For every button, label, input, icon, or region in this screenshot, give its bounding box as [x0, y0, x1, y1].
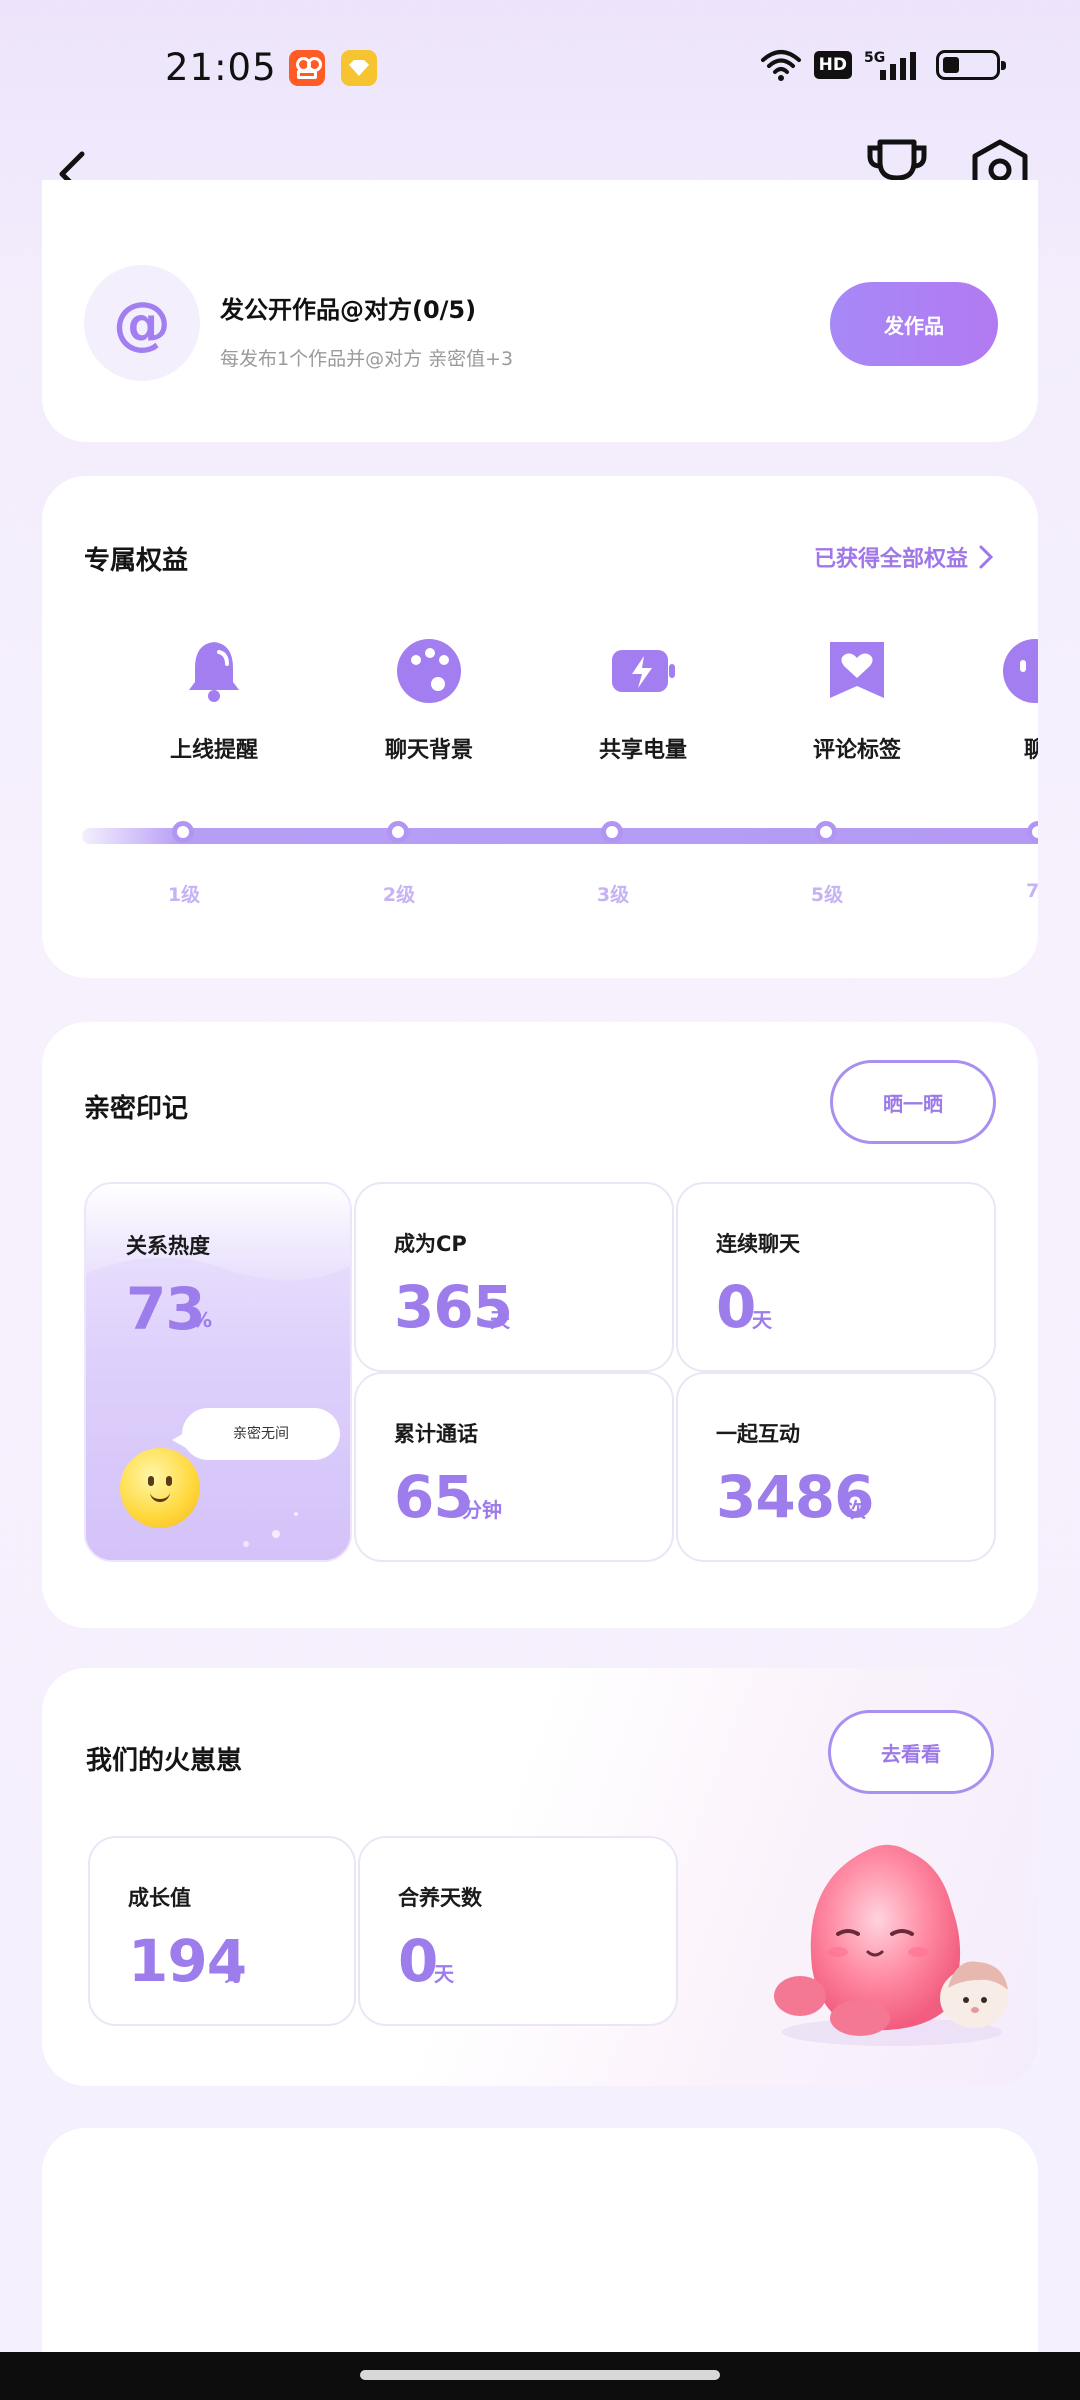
perk-label: 聊天	[1024, 738, 1038, 763]
status-time: 21:05	[165, 46, 277, 89]
level-label: 7	[1026, 880, 1038, 902]
perk-comment-tag[interactable]: 评论标签	[787, 636, 927, 764]
battery-charge-icon	[612, 650, 675, 692]
network-label: 5G	[864, 50, 885, 66]
perk-label: 评论标签	[812, 738, 901, 763]
fire-pet-mascot-icon[interactable]	[742, 1818, 1032, 2058]
bell-icon	[189, 642, 239, 702]
heart-tag-icon	[830, 642, 884, 698]
all-perks-link[interactable]: 已获得全部权益	[814, 541, 994, 573]
level-label: 5级	[810, 884, 844, 906]
hd-voice-icon: HD	[813, 51, 852, 79]
stat-label: 一起互动	[716, 1422, 800, 1446]
system-icons: HD 5G	[760, 48, 1006, 82]
level-progress-track	[82, 828, 1038, 844]
exclusive-perks-card: 专属权益 已获得全部权益 上线提醒 聊天背景 共享电量 评论标签 聊 1级 2级…	[42, 476, 1038, 978]
stat-label: 成长值	[128, 1886, 191, 1910]
level-dot	[601, 821, 623, 843]
task-description: 每发布1个作品并@对方 亲密值+3	[220, 348, 514, 370]
chat-icon	[1003, 639, 1038, 703]
stat-label: 累计通话	[394, 1422, 478, 1446]
share-button[interactable]: 晒一晒	[830, 1060, 996, 1144]
perk-chat-partial[interactable]: 聊天	[970, 636, 1038, 764]
perk-label: 聊天背景	[384, 738, 473, 763]
heat-label: 关系热度	[126, 1234, 210, 1258]
kuaishou-app-icon	[289, 50, 325, 86]
level-label: 2级	[382, 884, 416, 906]
stat-label: 成为CP	[394, 1232, 467, 1256]
task-title: 发公开作品@对方(0/5)	[220, 296, 477, 324]
perks-title: 专属权益	[84, 546, 189, 576]
heat-unit: %	[192, 1308, 213, 1332]
stat-unit: 分钟	[462, 1498, 502, 1522]
home-indicator[interactable]	[360, 2370, 720, 2380]
stat-unit: 天	[434, 1962, 454, 1986]
pet-days-tile[interactable]: 合养天数 0 天	[358, 1836, 678, 2026]
level-label: 1级	[167, 884, 201, 906]
palette-icon	[397, 639, 461, 703]
perk-chat-background[interactable]: 聊天背景	[359, 636, 499, 764]
system-navigation-bar	[0, 2352, 1080, 2400]
perk-label: 上线提醒	[169, 738, 258, 763]
stat-unit: 分	[224, 1962, 244, 1986]
post-work-button[interactable]: 发作品	[830, 282, 998, 366]
intimacy-title: 亲密印记	[84, 1094, 189, 1124]
perk-shared-battery[interactable]: 共享电量	[573, 636, 713, 764]
stat-value: 0	[398, 1927, 438, 1995]
stat-label: 连续聊天	[716, 1232, 800, 1256]
status-bar: 21:05 HD 5G	[0, 0, 1080, 130]
all-perks-link-label: 已获得全部权益	[813, 547, 968, 572]
relationship-heat-tile[interactable]: 关系热度 73 % 亲密无间	[84, 1182, 352, 1562]
chevron-right-icon	[979, 545, 994, 569]
level-dot	[815, 821, 837, 843]
stat-unit: 天	[752, 1308, 772, 1332]
battery-icon	[936, 50, 1006, 80]
at-glyph: @	[113, 289, 171, 357]
task-card: @ 发公开作品@对方(0/5) 每发布1个作品并@对方 亲密值+3 发作品	[42, 180, 1038, 442]
stat-value: 65	[394, 1463, 474, 1531]
stat-label: 合养天数	[398, 1886, 482, 1910]
stat-tile-chat-streak[interactable]: 连续聊天 0 天	[676, 1182, 996, 1372]
go-see-button[interactable]: 去看看	[828, 1710, 994, 1794]
perk-online-reminder[interactable]: 上线提醒	[144, 636, 284, 764]
speech-bubble: 亲密无间	[172, 1408, 340, 1460]
level-dot	[387, 821, 409, 843]
stat-tile-call-time[interactable]: 累计通话 65 分钟	[354, 1372, 674, 1562]
signal-5g-icon: 5G	[864, 50, 916, 80]
level-label: 3级	[596, 884, 630, 906]
smiley-face-icon	[120, 1448, 200, 1528]
pet-card: 我们的火崽崽 去看看 成长值 194 分 合养天数 0 天	[42, 1668, 1038, 2086]
pet-growth-tile[interactable]: 成长值 194 分	[88, 1836, 356, 2026]
vip-gem-icon	[341, 50, 377, 86]
stat-unit: 次	[846, 1498, 866, 1522]
level-dot	[172, 821, 194, 843]
pet-title: 我们的火崽崽	[86, 1746, 243, 1776]
wifi-icon	[760, 50, 801, 81]
stat-value: 0	[716, 1273, 756, 1341]
intimacy-mark-card: 亲密印记 晒一晒 关系热度 73 % 亲密无间 成为CP 365 天 连续聊天 …	[42, 1022, 1038, 1628]
perk-label: 共享电量	[598, 738, 687, 763]
at-mention-icon: @	[84, 265, 200, 381]
stat-unit: 天	[490, 1308, 510, 1332]
stat-tile-interactions[interactable]: 一起互动 3486 次	[676, 1372, 996, 1562]
stat-tile-cp[interactable]: 成为CP 365 天	[354, 1182, 674, 1372]
